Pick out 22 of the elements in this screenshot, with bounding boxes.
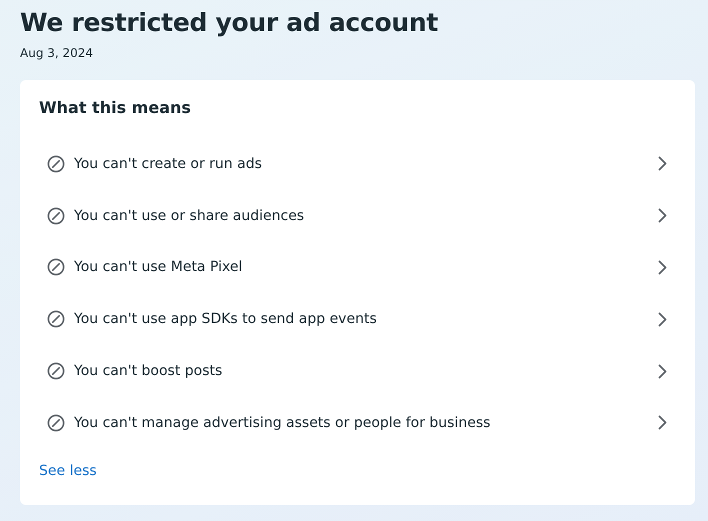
restriction-item[interactable]: You can't use or share audiences — [39, 190, 667, 242]
prohibited-icon — [47, 310, 65, 328]
restriction-item[interactable]: You can't boost posts — [39, 345, 667, 397]
card-heading: What this means — [39, 98, 192, 118]
restriction-item[interactable]: You can't manage advertising assets or people for business — [39, 396, 667, 449]
prohibited-icon — [47, 414, 65, 432]
prohibited-icon — [47, 362, 65, 380]
chevron-right-icon — [658, 208, 667, 224]
see-less-link[interactable]: See less — [39, 462, 97, 479]
prohibited-icon — [47, 154, 65, 173]
page-title: We restricted your ad account — [20, 7, 439, 39]
restriction-item[interactable]: You can't use app SDKs to send app events — [39, 293, 667, 346]
chevron-right-icon — [658, 415, 667, 430]
chevron-right-icon — [658, 260, 667, 275]
date-text: Aug 3, 2024 — [20, 45, 94, 61]
chevron-right-icon — [658, 364, 667, 379]
chevron-right-icon — [658, 156, 667, 172]
prohibited-icon — [47, 206, 65, 225]
chevron-right-icon — [658, 312, 667, 327]
restriction-item[interactable]: You can't create or run ads — [39, 138, 667, 190]
restriction-item[interactable]: You can't use Meta Pixel — [39, 242, 667, 294]
prohibited-icon — [47, 258, 65, 276]
